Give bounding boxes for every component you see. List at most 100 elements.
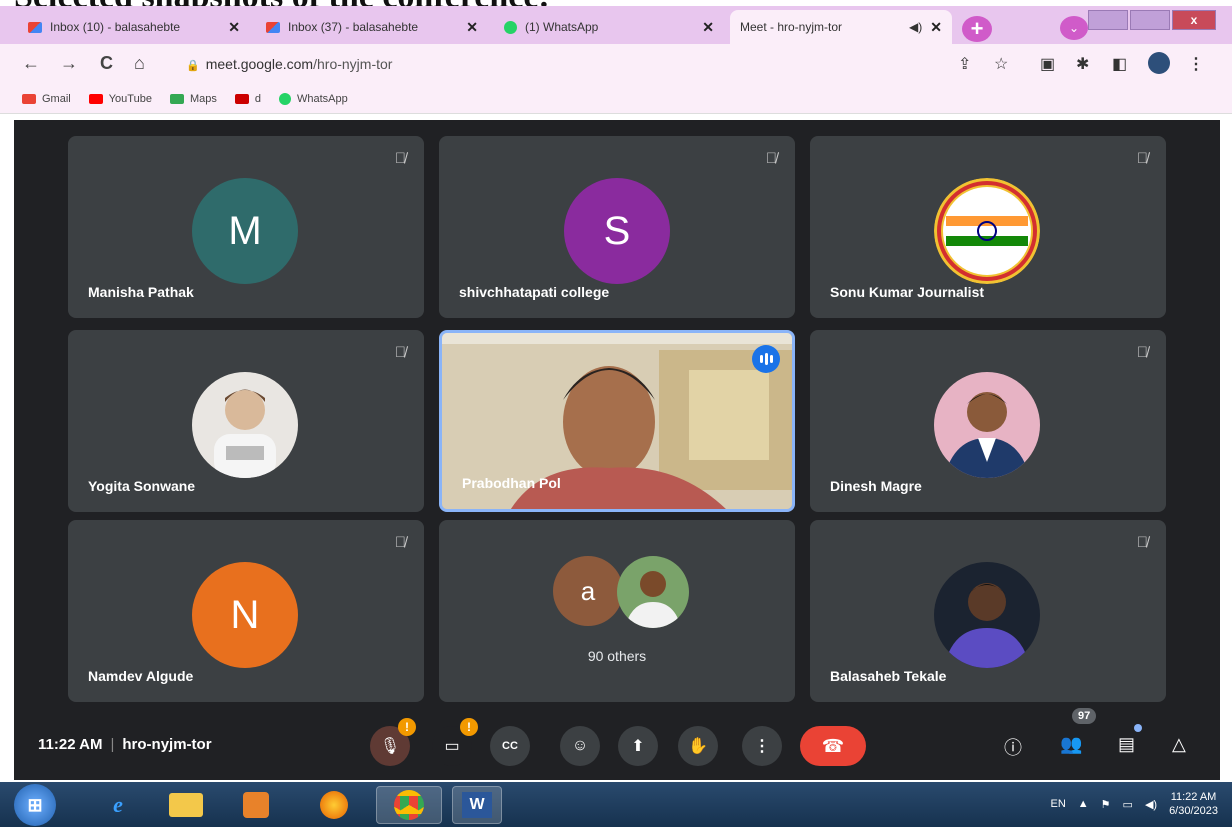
bookmark-label: d [254, 92, 261, 105]
sidepanel-icon[interactable]: ◧ [1112, 54, 1127, 74]
avatar: M [192, 178, 298, 284]
bookmarks-bar: Gmail YouTube Maps d WhatsApp [0, 84, 1232, 114]
participant-tile[interactable]: 🎙̸ Yogita Sonwane [68, 330, 424, 512]
volume-icon[interactable]: ◀) [1145, 798, 1157, 811]
bookmark-youtube[interactable]: YouTube [88, 93, 152, 105]
minimize-button[interactable] [1088, 10, 1128, 30]
participant-tile[interactable]: 🎙̸ Balasaheb Tekale [810, 520, 1166, 702]
participant-name: Namdev Algude [88, 668, 194, 684]
mic-off-icon: 🎙̸ [1136, 534, 1148, 551]
start-button[interactable]: ⊞ [14, 784, 56, 826]
new-tab-button[interactable]: + [962, 16, 992, 42]
puzzle-icon[interactable]: ✱ [1076, 54, 1089, 74]
folder-icon[interactable] [158, 786, 214, 824]
tab-inbox-10[interactable]: Inbox (10) - balasahebte ✕ [18, 10, 250, 44]
close-icon[interactable]: ✕ [930, 19, 942, 36]
close-icon[interactable]: ✕ [702, 19, 714, 36]
clock[interactable]: 11:22 AM 6/30/2023 [1169, 790, 1218, 818]
speaker-icon[interactable]: ◀) [909, 20, 922, 34]
participant-tile[interactable]: 🎙̸ Dinesh Magre [810, 330, 1166, 512]
bookmark-maps[interactable]: Maps [169, 93, 217, 105]
participant-name: Manisha Pathak [88, 284, 194, 300]
chrome-icon[interactable] [376, 786, 442, 824]
clock-time: 11:22 AM [1170, 791, 1217, 803]
avatar: a [553, 556, 623, 626]
screenshot: Selected snapshots of the conference: In… [0, 0, 1232, 827]
meeting-time: 11:22 AM [38, 736, 103, 753]
alert-icon: ! [398, 718, 416, 736]
back-icon[interactable]: ← [22, 53, 40, 74]
network-icon[interactable]: ▭ [1123, 798, 1133, 811]
close-icon[interactable]: ✕ [228, 19, 240, 36]
mic-off-icon: 🎙̸ [394, 534, 406, 551]
participant-tile-speaking[interactable]: Prabodhan Pol [439, 330, 795, 512]
menu-icon[interactable]: ⋮ [1188, 54, 1204, 74]
chat-icon[interactable]: ▤ [1118, 734, 1135, 755]
info-icon[interactable]: ⓘ [1004, 734, 1022, 760]
forward-icon[interactable]: → [60, 53, 78, 74]
camera-button[interactable]: ▭! [432, 718, 478, 766]
maximize-button[interactable] [1130, 10, 1170, 30]
internet-explorer-icon[interactable]: e [90, 786, 146, 824]
tab-title: Inbox (10) - balasahebte [50, 20, 181, 34]
browser-tab-strip: Inbox (10) - balasahebte ✕ Inbox (37) - … [0, 6, 1232, 141]
notification-dot [1134, 724, 1142, 732]
youtube-icon [88, 93, 103, 104]
reload-icon[interactable]: C [100, 53, 113, 74]
url-path: /hro-nyjm-tor [313, 56, 393, 72]
url-domain: meet.google.com [205, 56, 314, 72]
address-bar-row: ← → C ⌂ 🔒 meet.google.com/hro-nyjm-tor ⇪ … [0, 44, 1232, 84]
people-count-badge: 97 [1072, 708, 1097, 724]
bookmark-d[interactable]: d [234, 92, 261, 105]
whatsapp-icon [504, 20, 517, 34]
end-call-button[interactable]: ☎ [800, 726, 866, 766]
more-options-button[interactable]: ⋮ [742, 726, 782, 766]
language-indicator[interactable]: EN [1050, 798, 1065, 810]
url-field[interactable]: 🔒 meet.google.com/hro-nyjm-tor [186, 56, 392, 72]
participant-photo [617, 556, 689, 628]
participant-tile[interactable]: 🎙̸ M Manisha Pathak [68, 136, 424, 318]
raise-hand-button[interactable]: ✋ [678, 726, 718, 766]
bookmark-label: Gmail [42, 92, 71, 105]
participant-tile[interactable]: 🎙̸ N Namdev Algude [68, 520, 424, 702]
star-icon[interactable]: ☆ [994, 54, 1008, 74]
gmail-icon [22, 93, 36, 104]
tab-whatsapp[interactable]: (1) WhatsApp ✕ [494, 10, 724, 44]
tab-meet[interactable]: Meet - hro-nyjm-tor ◀) ✕ [730, 10, 952, 141]
bookmark-whatsapp[interactable]: WhatsApp [279, 92, 348, 105]
meeting-code: hro-nyjm-tor [122, 736, 212, 753]
participant-photo [934, 372, 1040, 478]
mic-off-icon: 🎙̸ [1136, 150, 1148, 167]
people-icon[interactable]: 👥 [1060, 734, 1082, 755]
participant-tile[interactable]: 🎙̸ Sonu Kumar Journalist [810, 136, 1166, 318]
clock-date: 6/30/2023 [1169, 805, 1218, 817]
mic-off-icon: 🎙̸ [394, 344, 406, 361]
media-player-icon[interactable] [228, 786, 284, 824]
bookmark-label: WhatsApp [297, 92, 348, 105]
participant-tile[interactable]: 🎙̸ S shivchhatapati college [439, 136, 795, 318]
others-tile[interactable]: a 90 others [439, 520, 795, 702]
bookmark-gmail[interactable]: Gmail [22, 93, 71, 105]
tab-search-button[interactable]: ⌄ [1060, 16, 1088, 40]
system-tray: EN ▲ ⚑ ▭ ◀) 11:22 AM 6/30/2023 [1050, 790, 1218, 818]
home-icon[interactable]: ⌂ [134, 53, 145, 74]
window-controls: x [1088, 10, 1216, 30]
close-window-button[interactable]: x [1172, 10, 1216, 30]
share-icon[interactable]: ⇪ [958, 54, 971, 74]
gmail-icon [28, 21, 42, 33]
maps-icon [169, 93, 184, 104]
microphone-button[interactable]: 🎙! [370, 718, 416, 766]
tab-inbox-37[interactable]: Inbox (37) - balasahebte ✕ [256, 10, 488, 44]
extension-icon[interactable]: ▣ [1040, 54, 1055, 74]
word-icon[interactable]: W [452, 786, 502, 824]
emoji-reaction-button[interactable]: ☺ [560, 726, 600, 766]
firefox-icon[interactable] [306, 786, 362, 824]
flag-icon[interactable]: ⚑ [1101, 798, 1111, 811]
captions-button[interactable]: CC [490, 726, 530, 766]
show-hidden-icons-icon[interactable]: ▲ [1078, 798, 1089, 810]
windows-taskbar: ⊞ e W EN ▲ ⚑ ▭ ◀) 11:22 AM 6/30/2023 [0, 782, 1232, 827]
profile-avatar[interactable] [1148, 52, 1170, 74]
activities-icon[interactable]: △ [1172, 734, 1186, 755]
present-screen-button[interactable]: ⬆ [618, 726, 658, 766]
close-icon[interactable]: ✕ [466, 19, 478, 36]
